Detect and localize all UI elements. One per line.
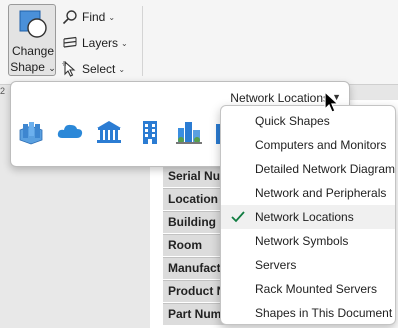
checkmark-icon [229, 205, 247, 229]
select-label: Select [82, 62, 116, 76]
menu-item[interactable]: Quick Shapes [221, 109, 395, 133]
menu-item-label: Rack Mounted Servers [255, 282, 378, 296]
change-shape-icon [19, 10, 47, 38]
shape-data-row: Part Number [163, 303, 225, 325]
menu-item[interactable]: Shapes in This Document [221, 301, 395, 325]
search-icon [62, 10, 77, 25]
ribbon: Change Shape ⌄ Find ⌄ Layers ⌄ Select ⌄ [0, 0, 398, 84]
menu-item[interactable]: Detailed Network Diagram [221, 157, 395, 181]
chevron-down-icon: ⌄ [48, 63, 56, 73]
menu-item-label: Shapes in This Document [255, 306, 393, 320]
layers-button[interactable]: Layers ⌄ [62, 33, 128, 53]
menu-item-label: Servers [255, 258, 297, 272]
find-label: Find [82, 10, 106, 24]
change-shape-label-2: Shape ⌄ [10, 60, 56, 74]
shape-data-row: Location [163, 188, 225, 210]
menu-item-label: Quick Shapes [255, 114, 330, 128]
menu-item-label: Detailed Network Diagram [255, 162, 396, 176]
ruler-mark: 2 [0, 86, 6, 96]
shape-data-table: Serial NumberLocationBuildingRoomManufac… [163, 165, 225, 326]
menu-item[interactable]: Network and Peripherals [221, 181, 395, 205]
menu-item-label: Network and Peripherals [255, 186, 387, 200]
ribbon-separator [142, 6, 143, 76]
layers-label: Layers [82, 36, 119, 50]
shape-data-row: Room [163, 234, 225, 256]
change-shape-button[interactable]: Change Shape ⌄ [8, 4, 56, 76]
shape-data-row: Building [163, 211, 225, 233]
servers-stack-icon[interactable] [17, 118, 45, 146]
menu-item[interactable]: Servers [221, 253, 395, 277]
menu-item-label: Computers and Monitors [255, 138, 387, 152]
shape-data-row: Manufacturer [163, 257, 225, 279]
menu-item[interactable]: Network Locations [221, 205, 395, 229]
select-button[interactable]: Select ⌄ [62, 59, 125, 79]
city-icon[interactable] [175, 118, 203, 146]
government-building-icon[interactable] [95, 118, 123, 146]
menu-item-label: Network Locations [255, 210, 354, 224]
chevron-down-icon: ⌄ [108, 12, 116, 22]
stencil-menu: Quick Shapes Computers and Monitors Detail… [220, 105, 396, 325]
change-shape-label: Change [11, 44, 55, 58]
shape-data-row: Serial Number [163, 165, 225, 187]
stencil-dropdown-label: Network Locations [230, 91, 329, 105]
find-button[interactable]: Find ⌄ [62, 7, 115, 27]
office-building-icon[interactable] [136, 118, 164, 146]
menu-item[interactable]: Computers and Monitors [221, 133, 395, 157]
menu-item[interactable]: Network Symbols [221, 229, 395, 253]
menu-item-label: Network Symbols [255, 234, 349, 248]
chevron-down-icon: ⌄ [121, 38, 128, 48]
layers-icon [63, 36, 77, 48]
shape-data-row: Product Number [163, 280, 225, 302]
chevron-down-icon: ⌄ [118, 64, 126, 74]
menu-item[interactable]: Rack Mounted Servers [221, 277, 395, 301]
pointer-icon [62, 61, 76, 77]
mouse-pointer-icon [324, 91, 340, 113]
cloud-icon[interactable] [56, 118, 84, 146]
